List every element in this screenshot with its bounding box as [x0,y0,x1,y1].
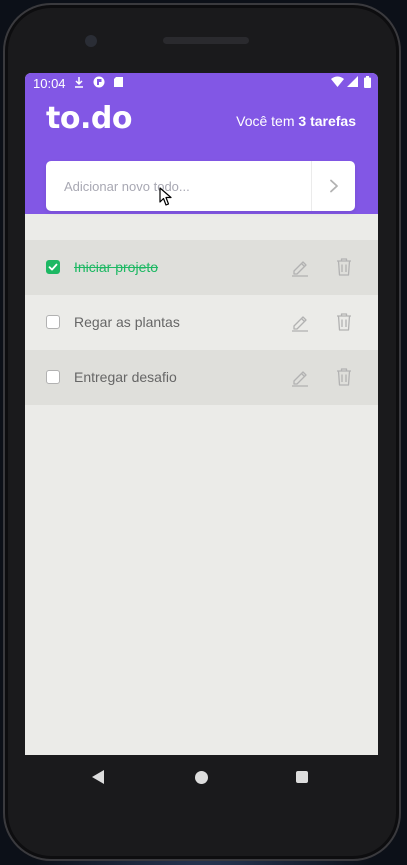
status-bar: 10:04 [25,73,378,95]
pencil-icon [292,371,308,387]
task-row: Regar as plantas [25,295,378,350]
new-task-input[interactable] [46,161,311,211]
task-list: Iniciar projeto Regar as plantas Entrega… [25,240,378,405]
delete-task-button[interactable] [335,367,353,392]
download-icon [73,76,85,91]
app-logo: to.do [46,101,132,136]
app-screen: 10:04 to.do Você tem 3 tarefas Adicionar… [25,73,378,755]
new-task-form [46,161,355,211]
signal-icon [347,76,358,90]
wifi-icon [331,76,344,90]
task-label[interactable]: Iniciar projeto [74,259,158,275]
task-label[interactable]: Regar as plantas [74,314,180,330]
android-nav-bar [25,755,378,800]
earpiece-speaker [163,37,249,44]
task-row: Entregar desafio [25,350,378,405]
task-checkbox[interactable] [46,370,60,384]
trash-icon [337,313,351,331]
task-row: Iniciar projeto [25,240,378,295]
sd-card-icon [113,76,124,91]
check-icon [48,263,58,271]
pencil-icon [292,261,308,277]
recents-icon[interactable] [296,771,308,783]
task-counter-prefix: Você tem [236,113,295,129]
delete-task-button[interactable] [335,312,353,337]
edit-task-button[interactable] [290,312,310,337]
task-checkbox[interactable] [46,260,60,274]
delete-task-button[interactable] [335,257,353,282]
task-label[interactable]: Entregar desafio [74,369,177,385]
trash-icon [337,258,351,276]
battery-icon [364,76,371,91]
edit-task-button[interactable] [290,257,310,282]
edit-task-button[interactable] [290,367,310,392]
task-checkbox[interactable] [46,315,60,329]
front-camera [85,35,97,47]
trash-icon [337,368,351,386]
add-task-button[interactable] [311,161,355,211]
back-icon[interactable] [91,769,105,790]
app-icon [93,76,105,91]
task-counter-value: 3 tarefas [298,113,356,129]
home-icon[interactable] [195,771,208,784]
mouse-pointer-icon [159,187,173,212]
status-time: 10:04 [33,76,66,91]
pencil-icon [292,316,308,332]
chevron-right-icon [329,179,338,193]
task-counter: Você tem 3 tarefas [236,113,356,129]
